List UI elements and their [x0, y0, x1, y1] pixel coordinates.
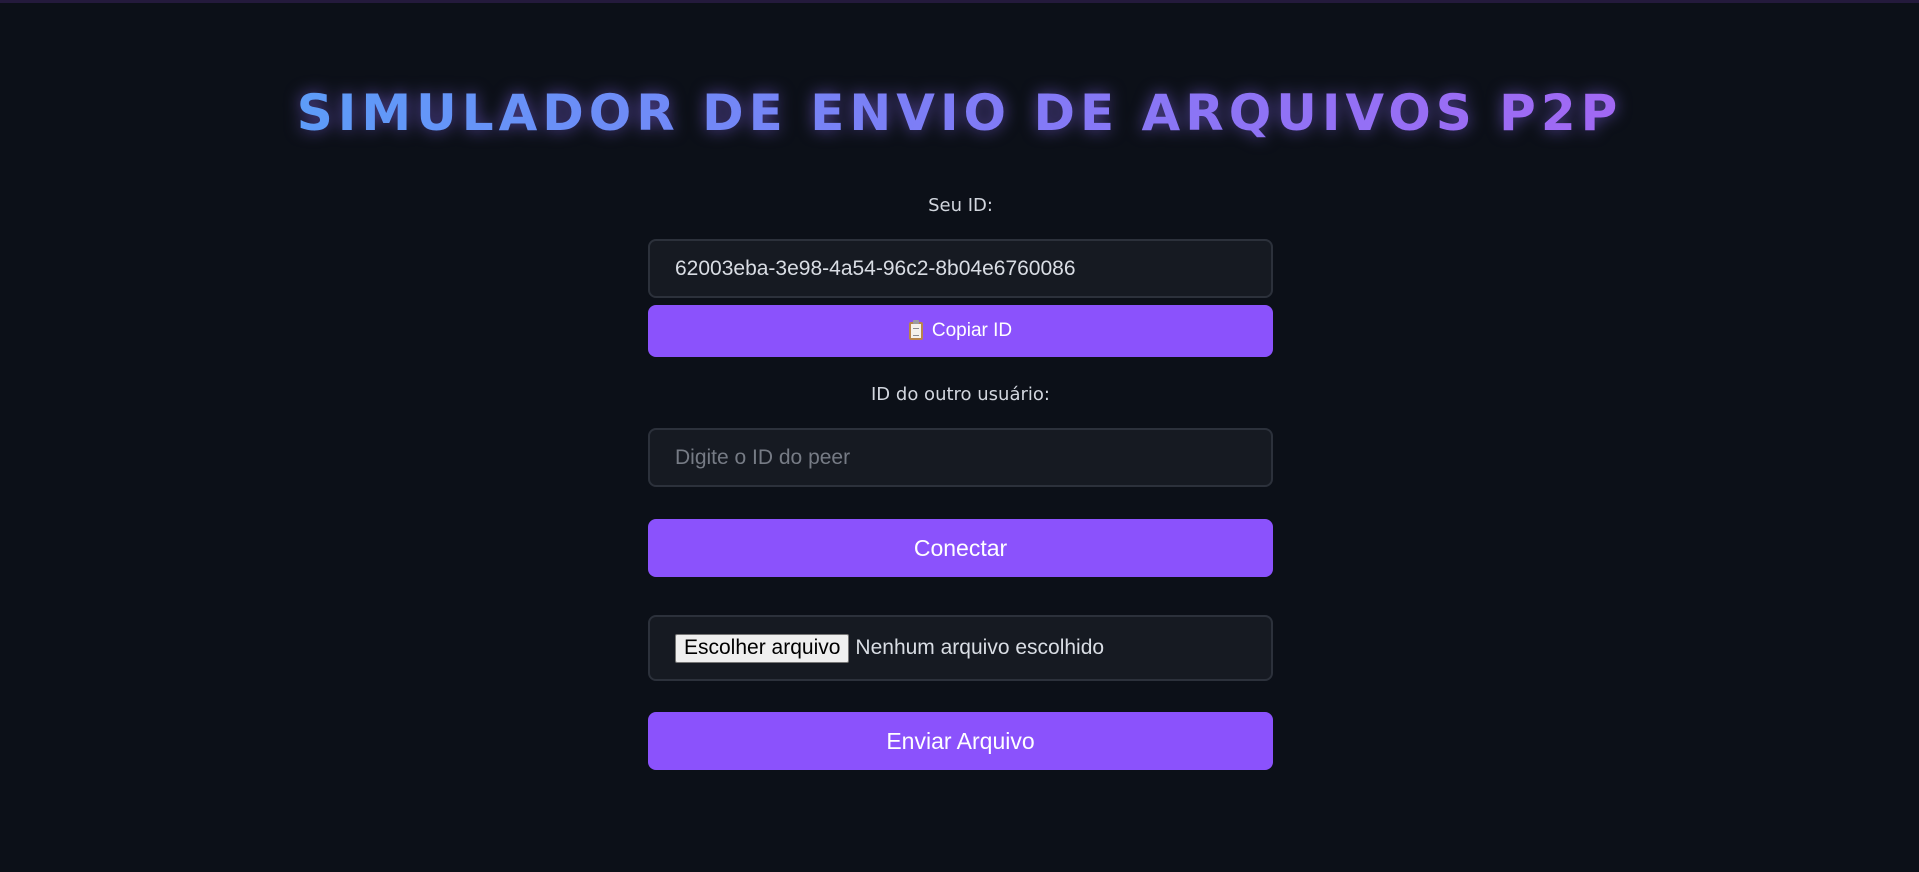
copy-id-button[interactable]: Copiar ID	[648, 305, 1273, 357]
file-field[interactable]: Escolher arquivo Nenhum arquivo escolhid…	[648, 615, 1273, 681]
page-title-text: SIMULADOR DE ENVIO DE ARQUIVOS P2P	[296, 84, 1623, 142]
my-id-input[interactable]	[675, 241, 1271, 296]
send-file-button[interactable]: Enviar Arquivo	[648, 712, 1273, 770]
clipboard-icon	[908, 320, 923, 340]
file-status-text: Nenhum arquivo escolhido	[855, 636, 1105, 659]
connect-button[interactable]: Conectar	[648, 519, 1273, 577]
choose-file-button[interactable]: Escolher arquivo	[675, 633, 850, 663]
connect-label: Conectar	[913, 534, 1008, 561]
page-title: SIMULADOR DE ENVIO DE ARQUIVOS P2P	[0, 85, 1919, 141]
page: SIMULADOR DE ENVIO DE ARQUIVOS P2P Seu I…	[0, 0, 1919, 872]
peer-id-label: ID do outro usuário:	[871, 384, 1050, 405]
peer-id-field[interactable]	[648, 428, 1273, 487]
my-id-field[interactable]	[648, 239, 1273, 298]
send-file-label: Enviar Arquivo	[886, 727, 1035, 754]
copy-id-label: Copiar ID	[931, 320, 1013, 341]
my-id-label: Seu ID:	[928, 195, 993, 216]
peer-id-input[interactable]	[675, 430, 1271, 485]
